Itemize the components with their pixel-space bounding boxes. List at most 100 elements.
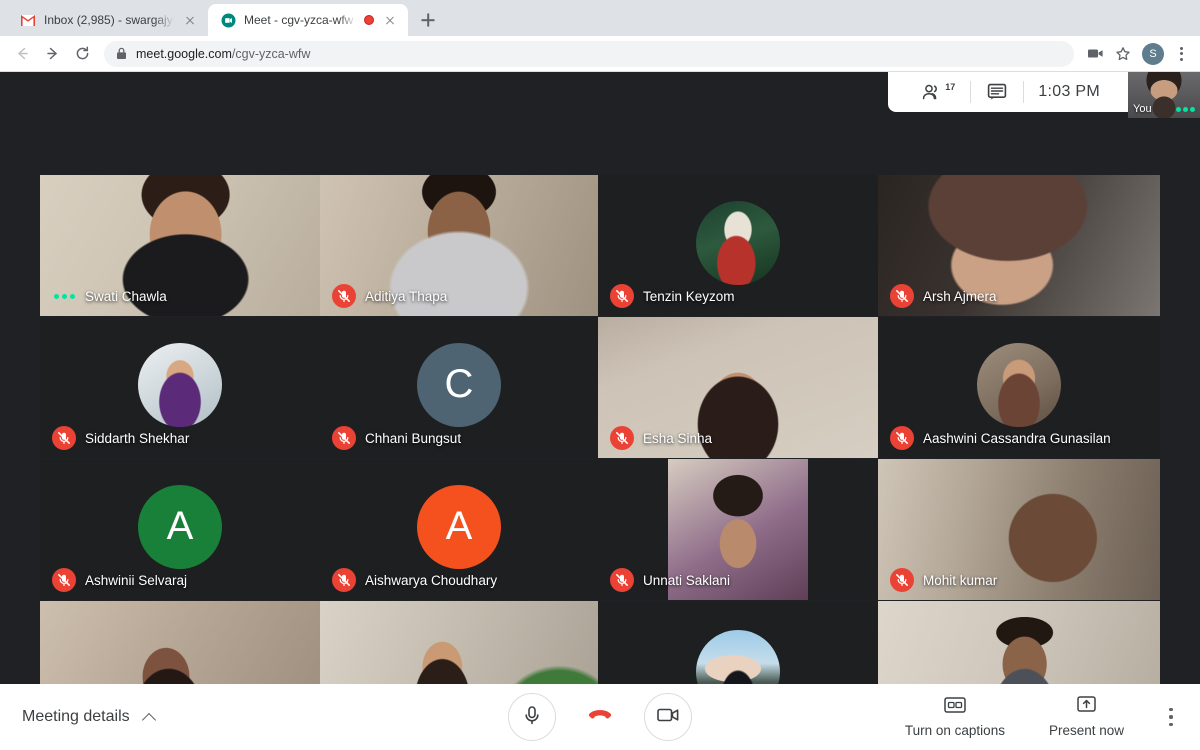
tile-footer: Aditiya Thapa — [320, 276, 598, 316]
people-icon — [922, 83, 944, 101]
participant-tile[interactable]: Arsh Ajmera — [878, 175, 1160, 316]
bookmark-star-icon[interactable] — [1110, 41, 1136, 67]
close-icon[interactable] — [382, 12, 398, 28]
reload-icon[interactable] — [68, 40, 96, 68]
participant-tile[interactable]: Unnati Saklani — [598, 459, 878, 600]
speaking-indicator-icon — [52, 293, 76, 299]
present-now-button[interactable]: Present now — [1027, 696, 1146, 738]
tile-footer: Unnati Saklani — [598, 560, 878, 600]
new-tab-button[interactable] — [414, 6, 442, 34]
participant-avatar: C — [417, 342, 501, 427]
tile-footer: Aishwarya Choudhary — [320, 560, 598, 600]
tab-title-gmail: Inbox (2,985) - swargajyoti.go — [44, 13, 174, 27]
captions-button[interactable]: Turn on captions — [883, 696, 1027, 738]
participant-tile[interactable]: Mohit kumar — [878, 459, 1160, 600]
tile-footer: Tenzin Keyzom — [598, 276, 878, 316]
participant-name: Unnati Saklani — [643, 572, 731, 588]
participant-name: Aashwini Cassandra Gunasilan — [923, 430, 1111, 446]
participant-tile[interactable]: Esha Sinha — [598, 317, 878, 458]
participant-tile[interactable]: A Ashwinii Selvaraj — [40, 459, 320, 600]
forward-arrow-icon[interactable] — [38, 40, 66, 68]
tile-footer: Siddarth Shekhar — [40, 418, 320, 458]
lock-icon — [116, 47, 127, 60]
more-options-icon[interactable] — [1156, 697, 1186, 737]
url-host: meet.google.com — [136, 46, 232, 61]
participant-tile[interactable]: Swati Chawla — [40, 175, 320, 316]
mic-muted-icon — [52, 426, 76, 450]
end-call-button[interactable] — [576, 693, 624, 741]
camera-icon — [656, 706, 680, 729]
participant-name: Aishwarya Choudhary — [365, 572, 498, 588]
address-bar[interactable]: meet.google.com/cgv-yzca-wfw — [104, 40, 1074, 67]
camera-button[interactable] — [644, 693, 692, 741]
mic-muted-icon — [52, 568, 76, 592]
tile-footer: Arsh Ajmera — [878, 276, 1160, 316]
call-controls — [330, 693, 870, 741]
browser-menu-icon[interactable] — [1170, 43, 1192, 65]
meet-info-pill: 17 1:03 PM — [888, 72, 1128, 112]
meet-bottom-bar: Meeting details Turn on captions Present… — [0, 684, 1200, 750]
tile-footer: Aashwini Cassandra Gunasilan — [878, 418, 1160, 458]
participant-name: Siddarth Shekhar — [85, 430, 190, 446]
tile-footer: Chhani Bungsut — [320, 418, 598, 458]
mic-muted-icon — [890, 284, 914, 308]
mic-muted-icon — [890, 426, 914, 450]
self-view-tile[interactable]: You — [1128, 72, 1200, 118]
tab-gmail[interactable]: Inbox (2,985) - swargajyoti.go — [8, 4, 208, 36]
tile-footer: Mohit kumar — [878, 560, 1160, 600]
video-cast-icon[interactable] — [1082, 41, 1108, 67]
avatar-initial: A — [445, 504, 473, 549]
mic-muted-icon — [610, 568, 634, 592]
tab-strip: Inbox (2,985) - swargajyoti.go Meet - cg… — [0, 0, 1200, 36]
mic-button[interactable] — [508, 693, 556, 741]
tab-title-meet: Meet - cgv-yzca-wfw — [244, 13, 354, 27]
participant-tile[interactable]: A Aishwarya Choudhary — [320, 459, 598, 600]
meeting-time: 1:03 PM — [1038, 83, 1100, 100]
participant-grid: Swati Chawla Aditiya Thapa Tenzin Keyzom… — [40, 175, 1160, 750]
participant-tile[interactable]: C Chhani Bungsut — [320, 317, 598, 458]
microphone-icon — [521, 704, 543, 731]
mic-muted-icon — [610, 426, 634, 450]
mic-muted-icon — [610, 284, 634, 308]
close-icon[interactable] — [182, 12, 198, 28]
tile-footer: Ashwinii Selvaraj — [40, 560, 320, 600]
mic-muted-icon — [332, 426, 356, 450]
participants-button[interactable]: 17 — [906, 80, 970, 104]
mic-muted-icon — [332, 568, 356, 592]
mic-muted-icon — [332, 284, 356, 308]
participant-tile[interactable]: Aashwini Cassandra Gunasilan — [878, 317, 1160, 458]
url-text: meet.google.com/cgv-yzca-wfw — [136, 47, 310, 61]
participant-name: Chhani Bungsut — [365, 430, 462, 446]
participant-name: Ashwinii Selvaraj — [85, 572, 188, 588]
tab-meet[interactable]: Meet - cgv-yzca-wfw — [208, 4, 408, 36]
meet-top-bar: 17 1:03 PM You — [888, 72, 1200, 118]
participant-avatar — [696, 200, 780, 285]
recording-indicator-icon[interactable] — [364, 15, 374, 25]
self-label: You — [1133, 103, 1152, 115]
self-speaking-indicator — [1176, 107, 1195, 112]
participant-tile[interactable]: Tenzin Keyzom — [598, 175, 878, 316]
participant-tile[interactable]: Aditiya Thapa — [320, 175, 598, 316]
closed-captions-icon — [944, 696, 966, 716]
chat-icon — [987, 83, 1007, 101]
participant-avatar: A — [138, 484, 222, 569]
profile-avatar[interactable]: S — [1142, 42, 1164, 65]
participant-tile[interactable]: Siddarth Shekhar — [40, 317, 320, 458]
participant-count: 17 — [945, 82, 956, 92]
participant-name: Mohit kumar — [923, 572, 998, 588]
back-arrow-icon[interactable] — [8, 40, 36, 68]
mic-muted-icon — [890, 568, 914, 592]
participant-avatar — [977, 342, 1061, 427]
chat-button[interactable] — [971, 80, 1023, 104]
chevron-up-icon — [142, 709, 158, 725]
participant-name: Arsh Ajmera — [923, 288, 997, 304]
meeting-details-label: Meeting details — [22, 708, 130, 725]
url-path: /cgv-yzca-wfw — [231, 46, 311, 61]
end-call-icon — [585, 700, 615, 735]
avatar-initial: C — [444, 362, 474, 407]
meet-right-controls: Turn on captions Present now — [870, 696, 1200, 738]
browser-window: Inbox (2,985) - swargajyoti.go Meet - cg… — [0, 0, 1200, 750]
participant-name: Aditiya Thapa — [365, 288, 448, 304]
participant-avatar — [138, 342, 222, 427]
meeting-details-button[interactable]: Meeting details — [0, 708, 330, 726]
